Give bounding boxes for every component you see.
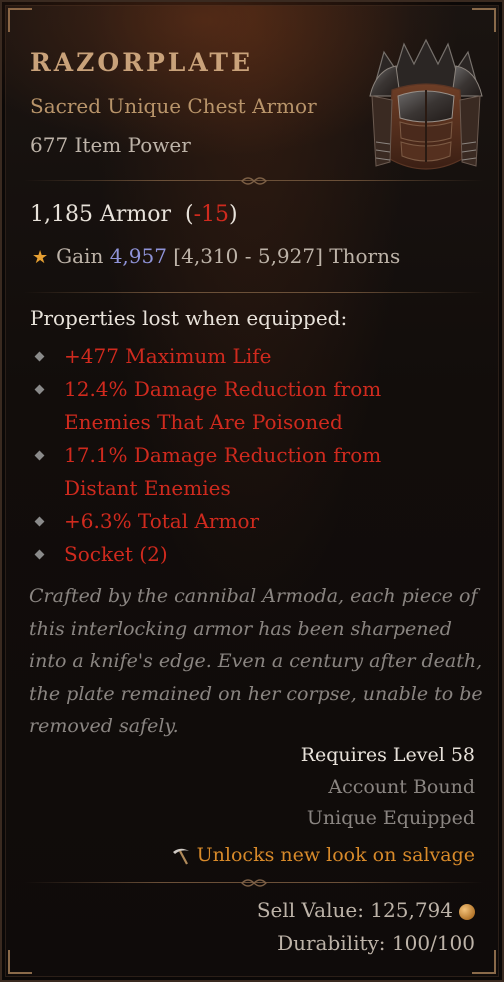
durability: Durability: 100/100 bbox=[277, 931, 475, 955]
section-divider bbox=[24, 174, 484, 188]
list-item: 17.1% Damage Reduction from Distant Enem… bbox=[34, 439, 456, 505]
armor-value: 1,185 Armor (-15) bbox=[30, 202, 238, 227]
armor-delta-open: ( bbox=[185, 202, 194, 227]
list-item: +6.3% Total Armor bbox=[34, 505, 456, 538]
lost-property-text: 17.1% Damage Reduction from Distant Enem… bbox=[64, 443, 382, 500]
item-type: Sacred Unique Chest Armor bbox=[30, 94, 317, 118]
armor-delta: -15 bbox=[193, 202, 230, 227]
lost-property-text: +477 Maximum Life bbox=[64, 344, 272, 368]
properties-lost-label: Properties lost when equipped: bbox=[30, 306, 348, 330]
gold-coin-icon bbox=[459, 903, 475, 920]
salvage-note: Unlocks new look on salvage bbox=[171, 844, 475, 866]
list-item: 12.4% Damage Reduction from Enemies That… bbox=[34, 373, 456, 439]
divider-ornament-icon bbox=[241, 879, 267, 887]
section-divider bbox=[24, 286, 484, 300]
section-divider bbox=[24, 876, 484, 890]
diamond-bullet-icon bbox=[34, 351, 45, 362]
divider-ornament-icon bbox=[241, 177, 267, 185]
list-item: Socket (2) bbox=[34, 538, 456, 571]
tooltip-header: RAZORPLATE Sacred Unique Chest Armor 677… bbox=[2, 2, 504, 182]
armor-delta-close: ) bbox=[229, 202, 238, 227]
lost-property-text: +6.3% Total Armor bbox=[64, 509, 260, 533]
chest-armor-icon bbox=[369, 38, 483, 170]
properties-lost-list: +477 Maximum Life 12.4% Damage Reduction… bbox=[34, 340, 456, 571]
sell-value-text: Sell Value: 125,794 bbox=[256, 898, 453, 922]
unique-affix-thorns: ★ Gain 4,957 [4,310 - 5,927] Thorns bbox=[32, 244, 400, 268]
unique-equipped-text: Unique Equipped bbox=[306, 807, 475, 829]
account-bound-text: Account Bound bbox=[328, 776, 475, 798]
affix-suffix: Thorns bbox=[329, 244, 401, 268]
sell-value: Sell Value: 125,794 bbox=[257, 898, 475, 922]
diamond-bullet-icon bbox=[34, 450, 45, 461]
flavor-text: Crafted by the cannibal Armoda, each pie… bbox=[29, 585, 483, 737]
diamond-bullet-icon bbox=[34, 549, 45, 560]
corner-ornament bbox=[472, 950, 496, 974]
salvage-note-text: Unlocks new look on salvage bbox=[196, 844, 475, 866]
item-name: RAZORPLATE bbox=[30, 48, 254, 77]
lost-property-text: Socket (2) bbox=[64, 542, 168, 566]
list-item: +477 Maximum Life bbox=[34, 340, 456, 373]
item-power: 677 Item Power bbox=[30, 133, 191, 157]
affix-prefix: Gain bbox=[56, 244, 110, 268]
diamond-bullet-icon bbox=[34, 384, 45, 395]
affix-range: [4,310 - 5,927] bbox=[166, 244, 330, 268]
level-requirement: Requires Level 58 bbox=[300, 744, 475, 766]
diamond-bullet-icon bbox=[34, 516, 45, 527]
item-tooltip: RAZORPLATE Sacred Unique Chest Armor 677… bbox=[0, 0, 504, 982]
pickaxe-icon bbox=[172, 848, 189, 865]
corner-ornament bbox=[8, 950, 32, 974]
lost-property-text: 12.4% Damage Reduction from Enemies That… bbox=[64, 377, 382, 434]
star-icon: ★ bbox=[32, 247, 49, 268]
armor-amount: 1,185 Armor bbox=[30, 202, 172, 227]
affix-value: 4,957 bbox=[109, 244, 167, 268]
